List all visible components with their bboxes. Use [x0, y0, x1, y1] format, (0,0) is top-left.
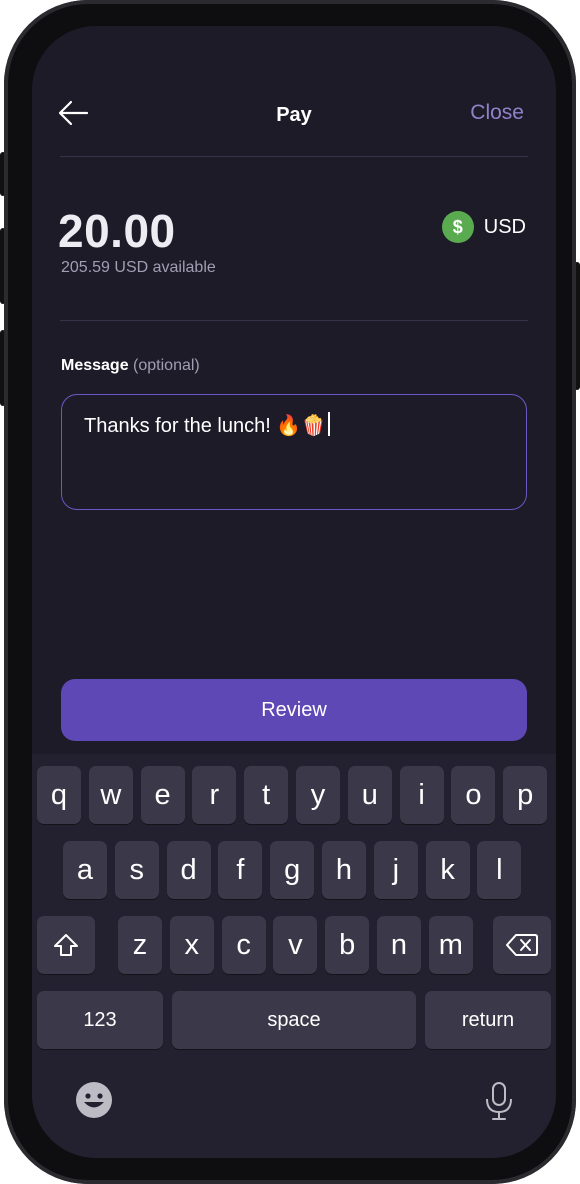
currency-selector[interactable]: $ USD	[441, 211, 526, 243]
emoji-key[interactable]	[74, 1080, 114, 1120]
amount-value[interactable]: 20.00	[58, 204, 176, 258]
dollar-icon: $	[441, 211, 474, 243]
message-label: Message (optional)	[61, 357, 200, 375]
key-v[interactable]: v	[273, 916, 318, 974]
key-x[interactable]: x	[169, 916, 214, 974]
backspace-key[interactable]	[493, 916, 551, 974]
key-h[interactable]: h	[322, 841, 366, 899]
key-r[interactable]: r	[192, 766, 237, 824]
key-i[interactable]: i	[399, 766, 444, 824]
key-g[interactable]: g	[270, 841, 315, 899]
message-value: Thanks for the lunch! 🔥🍿	[84, 415, 327, 437]
key-f[interactable]: f	[218, 841, 263, 899]
key-z[interactable]: z	[118, 916, 162, 974]
currency-code: USD	[483, 215, 526, 238]
space-key[interactable]: space	[172, 991, 416, 1049]
key-l[interactable]: l	[477, 841, 522, 899]
key-q[interactable]: q	[37, 766, 81, 824]
message-label-text: Message	[61, 357, 129, 374]
key-o[interactable]: o	[451, 766, 496, 824]
key-u[interactable]: u	[347, 766, 392, 824]
key-j[interactable]: j	[373, 841, 418, 899]
close-button[interactable]: Close	[470, 101, 524, 125]
microphone-key[interactable]	[482, 1080, 516, 1122]
emoji-icon	[76, 1082, 112, 1118]
key-s[interactable]: s	[114, 841, 159, 899]
phone-frame: Pay Close 20.00 205.59 USD available $ U…	[4, 0, 576, 1184]
return-key[interactable]: return	[425, 991, 551, 1049]
header-divider	[60, 156, 528, 157]
text-caret	[328, 412, 331, 436]
microphone-icon	[486, 1082, 512, 1120]
amount-divider	[60, 320, 528, 321]
key-w[interactable]: w	[88, 766, 133, 824]
message-text: Thanks for the lunch! 🔥🍿	[84, 412, 331, 438]
key-y[interactable]: y	[296, 766, 340, 824]
key-e[interactable]: e	[140, 766, 185, 824]
shift-icon	[54, 934, 78, 956]
screen: Pay Close 20.00 205.59 USD available $ U…	[32, 26, 556, 1158]
key-m[interactable]: m	[428, 916, 473, 974]
key-c[interactable]: c	[221, 916, 266, 974]
key-a[interactable]: a	[63, 841, 107, 899]
available-balance: 205.59 USD available	[61, 259, 216, 276]
shift-key[interactable]	[37, 916, 95, 974]
review-button[interactable]: Review	[61, 679, 527, 741]
backspace-icon	[506, 934, 538, 956]
key-k[interactable]: k	[425, 841, 470, 899]
key-n[interactable]: n	[377, 916, 421, 974]
message-optional-text: (optional)	[133, 357, 200, 374]
key-p[interactable]: p	[503, 766, 548, 824]
key-b[interactable]: b	[325, 916, 370, 974]
numbers-key[interactable]: 123	[37, 991, 163, 1049]
key-t[interactable]: t	[244, 766, 289, 824]
key-d[interactable]: d	[166, 841, 211, 899]
keyboard: qwertyuiop asdfghjkl zxcvbnm 123 space r…	[32, 754, 556, 1158]
message-input[interactable]: Thanks for the lunch! 🔥🍿	[61, 394, 527, 510]
